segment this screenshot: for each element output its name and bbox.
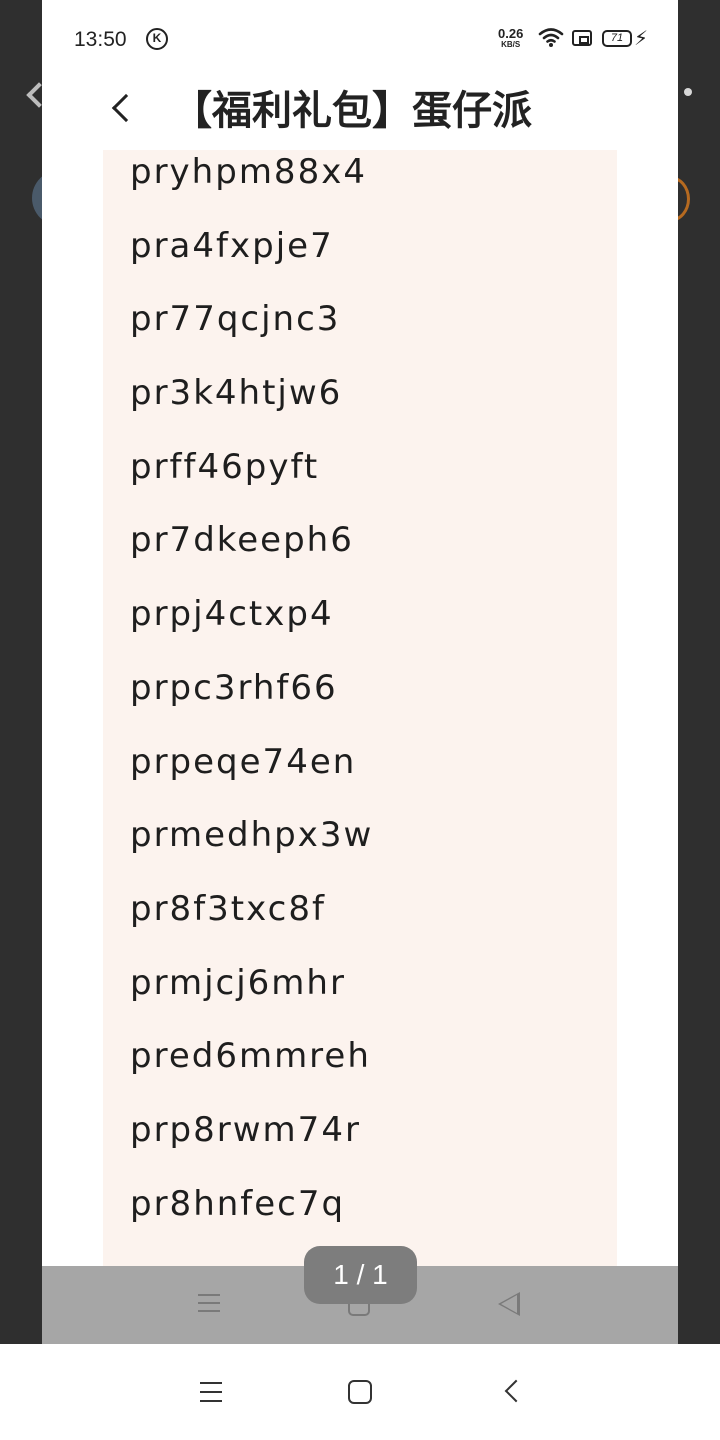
sim-icon bbox=[572, 30, 592, 46]
gift-code: prff46pyft bbox=[130, 446, 320, 487]
back-chevron-icon bbox=[111, 93, 141, 123]
gift-code: prpj4ctxp4 bbox=[130, 594, 334, 635]
menu-icon[interactable] bbox=[200, 1382, 222, 1402]
wifi-icon bbox=[538, 28, 564, 47]
home-icon[interactable] bbox=[348, 1380, 372, 1404]
gift-code: prpeqe74en bbox=[130, 741, 357, 782]
gift-code: pra4fxpje7 bbox=[130, 225, 334, 266]
gift-code: prp8rwm74r bbox=[130, 1109, 361, 1150]
gift-code: pr3k4htjw6 bbox=[130, 373, 343, 414]
embedded-menu-icon bbox=[198, 1294, 220, 1312]
gift-code: prmjcj6mhr bbox=[130, 962, 346, 1003]
gift-code: pred6mmreh bbox=[130, 1036, 371, 1077]
gift-code: pr77qcjnc3 bbox=[130, 299, 341, 340]
network-speed: 0.26 KB/S bbox=[498, 27, 523, 50]
gift-code: prmedhpx3w bbox=[130, 815, 374, 856]
page-indicator: 1 / 1 bbox=[304, 1246, 417, 1304]
back-button[interactable] bbox=[72, 78, 141, 128]
gift-code-panel[interactable]: pryhpm88x4 pra4fxpje7 pr77qcjnc3 pr3k4ht… bbox=[103, 150, 617, 1270]
page-title: 【福利礼包】蛋仔派 bbox=[172, 88, 532, 134]
charging-bolt-icon: ⚡ bbox=[634, 26, 649, 50]
image-viewer: 13:50 K 0.26 KB/S 71 ⚡ 【福利礼包】蛋仔派 pryhpm8… bbox=[42, 0, 678, 1344]
k-notification-icon: K bbox=[146, 28, 168, 50]
battery-icon: 71 bbox=[602, 30, 632, 47]
gift-code: prpc3rhf66 bbox=[130, 667, 338, 708]
gift-code: pr8f3txc8f bbox=[130, 888, 326, 929]
system-navigation-bar bbox=[0, 1344, 720, 1440]
gift-code: pr8hnfec7q bbox=[130, 1183, 346, 1224]
status-bar: 13:50 K 0.26 KB/S 71 ⚡ bbox=[42, 0, 678, 72]
status-time: 13:50 bbox=[74, 28, 127, 51]
app-header: 【福利礼包】蛋仔派 bbox=[42, 72, 678, 142]
network-speed-value: 0.26 bbox=[498, 26, 524, 41]
background-more-icon bbox=[684, 88, 692, 96]
gift-code-list: pryhpm88x4 pra4fxpje7 pr77qcjnc3 pr3k4ht… bbox=[130, 150, 373, 1245]
embedded-back-icon bbox=[498, 1292, 520, 1316]
network-speed-unit: KB/S bbox=[501, 40, 521, 49]
gift-code: pryhpm88x4 bbox=[130, 152, 367, 192]
back-icon[interactable] bbox=[504, 1379, 528, 1403]
gift-code: pr7dkeeph6 bbox=[130, 520, 354, 561]
